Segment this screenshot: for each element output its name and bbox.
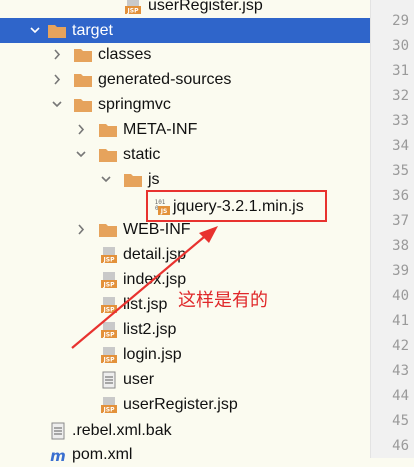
line-number: 42	[392, 338, 409, 354]
line-number: 29	[392, 13, 409, 29]
line-number: 41	[392, 313, 409, 329]
line-number: 44	[392, 388, 409, 404]
line-number: 30	[392, 38, 409, 54]
line-number: 39	[392, 263, 409, 279]
line-number: 32	[392, 88, 409, 104]
line-number: 45	[392, 413, 409, 429]
line-number: 31	[392, 63, 409, 79]
line-number: 36	[392, 188, 409, 204]
annotation-note: 这样是有的	[178, 290, 268, 310]
line-number-gutter: 29 30 31 32 33 34 35 36 37 38 39 40 41 4…	[370, 0, 414, 458]
line-number: 43	[392, 363, 409, 379]
line-number: 35	[392, 163, 409, 179]
line-number: 40	[392, 288, 409, 304]
line-number: 33	[392, 113, 409, 129]
line-number: 38	[392, 238, 409, 254]
line-number: 46	[392, 438, 409, 454]
line-number: 34	[392, 138, 409, 154]
annotation-arrow	[71, 226, 218, 349]
line-number: 37	[392, 213, 409, 229]
